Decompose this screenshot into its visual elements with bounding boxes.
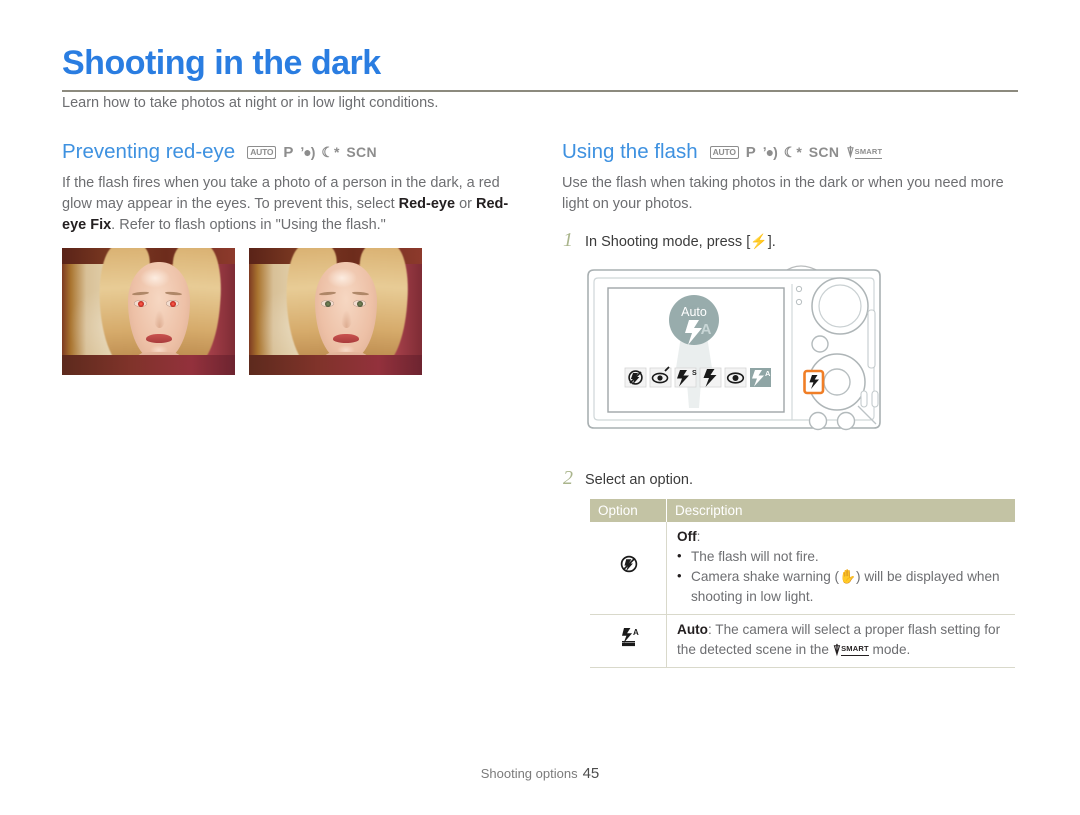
title-rule [62, 90, 1018, 92]
photo-bottom-band [62, 355, 235, 375]
step-1-text-after: ]. [767, 234, 776, 250]
table-header-option: Option [590, 499, 667, 522]
left-paragraph: If the flash fires when you take a photo… [62, 173, 532, 236]
mode-icon-group: AUTO P ʼ●) ☾* SCN [247, 143, 377, 161]
section-title: Using the flash [562, 140, 698, 163]
option-title-auto: Auto [677, 622, 708, 637]
camera-illustration: Auto A S A [576, 258, 906, 448]
camera-svg: Auto A S A [587, 265, 881, 431]
nose [154, 310, 165, 328]
svg-text:A: A [633, 628, 639, 637]
flash-off-icon [590, 522, 667, 615]
smart-mode-icon: ⍒ SMART [832, 642, 869, 658]
forehead-highlight [140, 268, 170, 288]
svg-text:S: S [692, 370, 697, 377]
lcd-auto-label: Auto [681, 305, 707, 319]
right-column: Using the flash AUTO P ʼ●) ☾* SCN ⍒ SMART… [562, 140, 1018, 252]
mode-scene-icon: SCN [808, 143, 840, 160]
para-part-2: or [455, 196, 477, 212]
off-bullet-list: The flash will not fire. Camera shake wa… [677, 546, 1007, 607]
photo-bottom-band [249, 355, 422, 375]
nose [341, 310, 352, 328]
table-row: A Auto: The camera will select a proper … [590, 614, 1015, 668]
flash-off-glyph [620, 555, 638, 573]
svg-text:A: A [765, 369, 771, 378]
eye-right-normal [353, 300, 366, 307]
eye-right-red [166, 300, 179, 307]
para-part-3: . Refer to flash options in "Using the f… [111, 217, 386, 233]
table-header-description: Description [666, 499, 1015, 522]
table-cell-auto-description: Auto: The camera will select a proper fl… [666, 614, 1015, 668]
step-1: 1 In Shooting mode, press [⚡]. [562, 230, 1018, 252]
mode-icon-group: AUTO P ʼ●) ☾* SCN ⍒ SMART [709, 143, 883, 161]
step-1-number: 1 [563, 229, 573, 251]
para-bold-red-eye: Red-eye [398, 196, 456, 212]
portrait-without-red-eye [249, 248, 422, 375]
auto-flash-icon: A [590, 614, 667, 668]
step-2-text: Select an option. [585, 472, 694, 488]
mode-dual-is-icon: ʼ●) [762, 143, 778, 160]
mode-night-icon: ☾* [321, 143, 340, 160]
section-header-preventing-red-eye: Preventing red-eye AUTO P ʼ●) ☾* SCN [62, 140, 532, 164]
lips [333, 334, 359, 343]
mode-scene-icon: SCN [346, 143, 377, 160]
flash-button-highlight [803, 369, 825, 395]
option-title-off-suffix: : [696, 529, 701, 544]
step-2-number: 2 [563, 467, 573, 489]
step-1-text-before: In Shooting mode, press [ [585, 234, 751, 250]
document-page: Shooting in the dark Learn how to take p… [0, 0, 1080, 815]
section-header-using-the-flash: Using the flash AUTO P ʼ●) ☾* SCN ⍒ SMART [562, 140, 1018, 164]
left-column: Preventing red-eye AUTO P ʼ●) ☾* SCN If … [62, 140, 532, 236]
section-title: Preventing red-eye [62, 140, 236, 163]
page-title: Shooting in the dark [62, 44, 381, 82]
auto-text-after: mode. [868, 642, 911, 657]
step-2: 2 Select an option. [562, 468, 693, 490]
flash-options-table: Option Description Off: The flash will n… [590, 499, 1015, 668]
mode-auto-icon: AUTO [709, 145, 739, 159]
portrait-with-red-eye [62, 248, 235, 375]
table-cell-off-description: Off: The flash will not fire. Camera sha… [666, 522, 1015, 615]
eye-left-red [134, 300, 147, 307]
mode-auto-icon: AUTO [247, 145, 277, 159]
list-item: Camera shake warning (✋) will be display… [677, 566, 1007, 607]
flash-key-icon: ⚡ [750, 233, 768, 249]
mode-program-icon: P [283, 143, 294, 161]
photo-pair [62, 248, 422, 375]
forehead-highlight [327, 268, 357, 288]
table-header-row: Option Description [590, 499, 1015, 522]
svg-text:A: A [701, 321, 712, 338]
footer-label: Shooting options [480, 766, 578, 781]
option-title-off: Off [677, 529, 697, 544]
mode-program-icon: P [745, 143, 756, 161]
mode-dual-is-icon: ʼ●) [300, 143, 315, 160]
page-subtitle: Learn how to take photos at night or in … [62, 95, 439, 111]
footer-page-number: 45 [582, 765, 600, 782]
list-item: The flash will not fire. [677, 546, 1007, 567]
auto-flash-glyph: A [622, 628, 639, 647]
mode-smart-icon: ⍒ SMART [846, 144, 883, 160]
eye-left-normal [321, 300, 334, 307]
table-row: Off: The flash will not fire. Camera sha… [590, 522, 1015, 615]
page-footer: Shooting options 45 [0, 765, 1080, 782]
step-1-text: In Shooting mode, press [⚡]. [585, 231, 776, 252]
right-paragraph: Use the flash when taking photos in the … [562, 175, 1004, 212]
mode-night-icon: ☾* [783, 143, 802, 160]
lips [146, 334, 172, 343]
